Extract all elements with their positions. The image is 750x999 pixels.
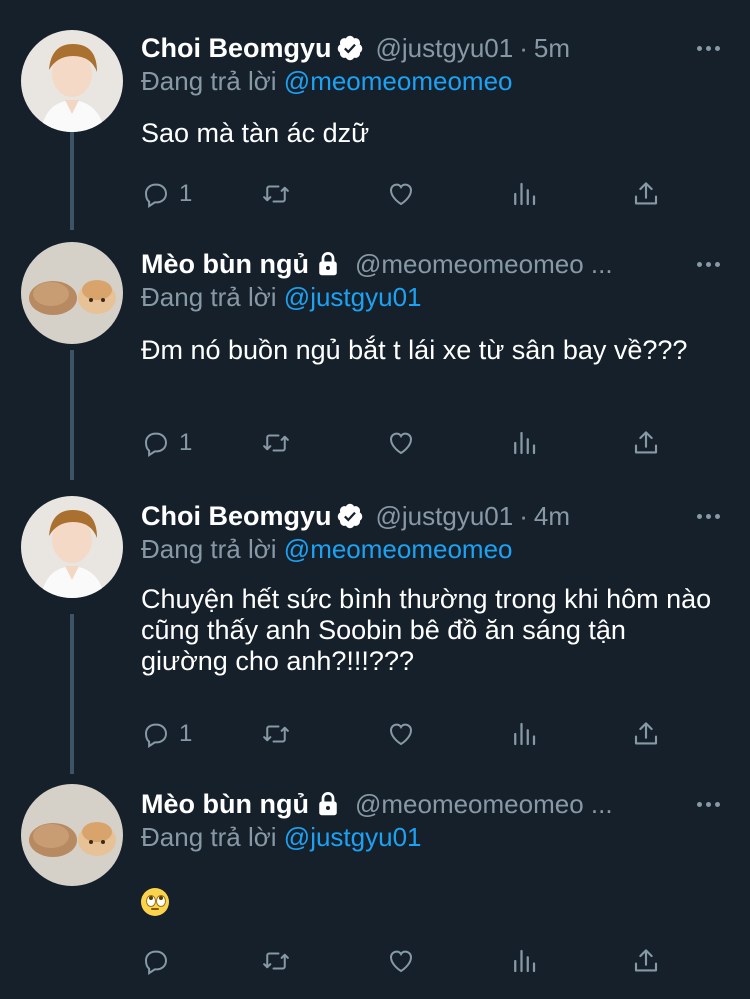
separator-dot: · — [519, 32, 528, 63]
reply-button[interactable] — [141, 941, 179, 981]
author-handle[interactable]: @meomeomeomeo ... — [355, 789, 613, 820]
retweet-button[interactable] — [261, 941, 291, 981]
replying-to: Đang trả lời @justgyu01 — [141, 282, 422, 313]
tweet-text — [141, 882, 721, 918]
reply-icon — [144, 950, 168, 975]
author-handle[interactable]: @meomeomeomeo ... — [355, 249, 613, 280]
replying-label: Đang trả lời — [141, 66, 277, 96]
avatar[interactable] — [21, 496, 123, 598]
heart-icon — [389, 183, 413, 206]
replying-label: Đang trả lời — [141, 534, 277, 564]
replying-label: Đang trả lời — [141, 282, 277, 312]
share-button[interactable] — [631, 714, 661, 754]
reply-button[interactable]: 1 — [141, 174, 192, 214]
tweet-actions: 1 — [141, 174, 661, 214]
analytics-icon — [514, 182, 536, 206]
analytics-icon — [514, 949, 536, 973]
analytics-button[interactable] — [509, 174, 539, 214]
mention-link[interactable]: @justgyu01 — [284, 822, 422, 852]
mention-link[interactable]: @meomeomeomeo — [284, 66, 513, 96]
share-icon — [634, 431, 658, 454]
retweet-icon — [263, 952, 289, 970]
tweet-text: Chuyện hết sức bình thường trong khi hôm… — [141, 584, 712, 676]
tweet-text: Đm nó buồn ngủ bắt t lái xe từ sân bay v… — [141, 335, 688, 365]
analytics-button[interactable] — [509, 423, 539, 463]
heart-icon — [389, 723, 413, 746]
analytics-icon — [514, 722, 536, 746]
author-name[interactable]: Choi Beomgyu — [141, 33, 332, 64]
avatar[interactable] — [21, 784, 123, 886]
reply-icon — [144, 723, 168, 748]
tweet-text: Sao mà tàn ác dzữ — [141, 118, 370, 148]
more-options-icon[interactable] — [695, 786, 722, 822]
replying-to: Đang trả lời @justgyu01 — [141, 822, 422, 853]
like-button[interactable] — [386, 941, 416, 981]
avatar[interactable] — [21, 242, 123, 344]
share-icon — [634, 722, 658, 745]
separator-dot: · — [519, 500, 528, 531]
verified-badge-icon — [336, 502, 364, 530]
reply-count: 1 — [179, 720, 193, 747]
mention-link[interactable]: @justgyu01 — [284, 282, 422, 312]
reply-button[interactable]: 1 — [141, 714, 192, 754]
timestamp[interactable]: 4m — [534, 501, 570, 532]
avatar[interactable] — [21, 30, 123, 132]
reply-button[interactable]: 1 — [141, 423, 192, 463]
heart-icon — [389, 950, 413, 973]
heart-icon — [389, 432, 413, 455]
retweet-icon — [263, 185, 289, 203]
share-button[interactable] — [631, 941, 661, 981]
retweet-icon — [263, 725, 289, 743]
lock-icon — [313, 789, 343, 819]
tweet-actions — [141, 941, 661, 981]
lock-icon — [313, 249, 343, 279]
verified-badge-icon — [336, 34, 364, 62]
reply-icon — [144, 183, 168, 208]
more-options-icon[interactable] — [695, 498, 722, 534]
mention-link[interactable]: @meomeomeomeo — [284, 534, 513, 564]
replying-label: Đang trả lời — [141, 822, 277, 852]
tweet-actions: 1 — [141, 714, 661, 754]
reply-count: 1 — [179, 429, 193, 456]
reply-icon — [144, 432, 168, 457]
retweet-icon — [263, 434, 289, 452]
retweet-button[interactable] — [261, 714, 291, 754]
more-options-icon[interactable] — [695, 246, 722, 282]
more-options-icon[interactable] — [695, 30, 722, 66]
share-button[interactable] — [631, 423, 661, 463]
tweet-actions: 1 — [141, 423, 661, 463]
replying-to: Đang trả lời @meomeomeomeo — [141, 66, 513, 97]
like-button[interactable] — [386, 714, 416, 754]
retweet-button[interactable] — [261, 423, 291, 463]
author-handle[interactable]: @justgyu01 — [376, 501, 514, 532]
timestamp[interactable]: 5m — [534, 33, 570, 64]
retweet-button[interactable] — [261, 174, 291, 214]
analytics-button[interactable] — [509, 714, 539, 754]
like-button[interactable] — [386, 174, 416, 214]
thread-line — [70, 614, 74, 774]
thread-line — [70, 118, 74, 230]
face-with-rolling-eyes-icon — [141, 887, 169, 916]
share-icon — [634, 182, 658, 205]
like-button[interactable] — [386, 423, 416, 463]
replying-to: Đang trả lời @meomeomeomeo — [141, 534, 513, 565]
share-button[interactable] — [631, 174, 661, 214]
author-name[interactable]: Mèo bùn ngủ — [141, 789, 309, 820]
analytics-button[interactable] — [509, 941, 539, 981]
thread-line — [70, 350, 74, 480]
author-handle[interactable]: @justgyu01 — [376, 33, 514, 64]
share-icon — [634, 949, 658, 972]
author-name[interactable]: Mèo bùn ngủ — [141, 249, 309, 280]
reply-count: 1 — [179, 180, 193, 207]
analytics-icon — [514, 431, 536, 455]
author-name[interactable]: Choi Beomgyu — [141, 501, 332, 532]
